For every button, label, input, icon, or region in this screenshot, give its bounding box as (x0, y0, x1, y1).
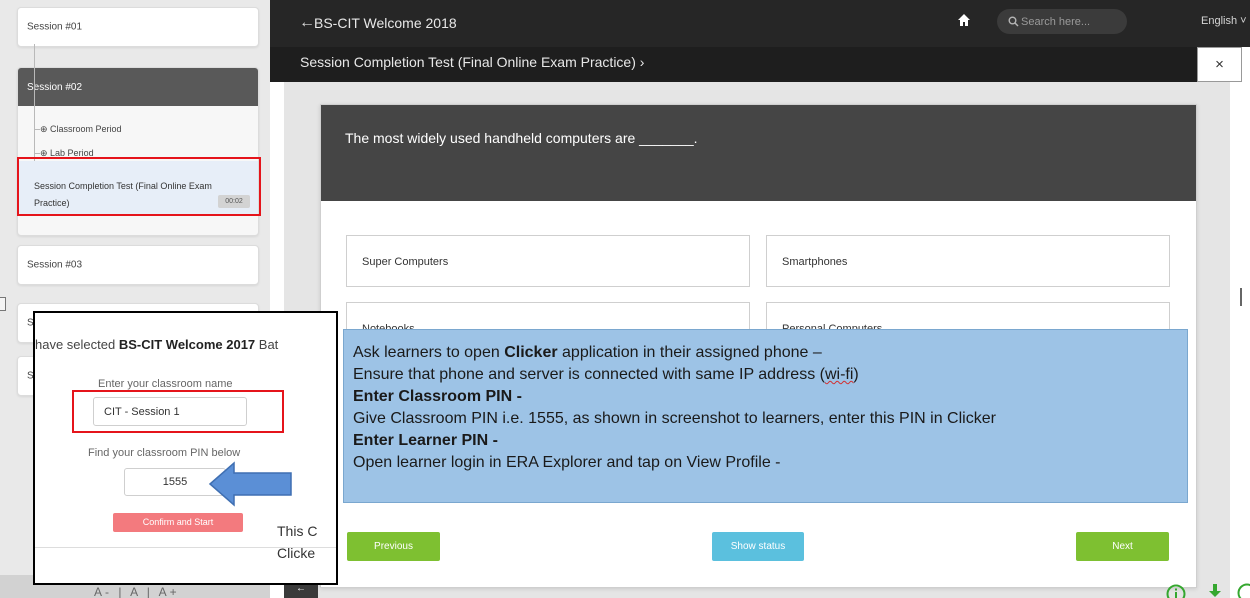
overflow-line: Clicke (277, 545, 316, 561)
text-run-bold: Clicker (504, 344, 558, 361)
overflow-line: This C (277, 523, 318, 539)
highlight-box (72, 390, 284, 433)
search-icon (1008, 16, 1019, 27)
tree-tick (34, 153, 40, 154)
sub-item-classroom-period[interactable]: ⊕ Classroom Period (34, 124, 122, 135)
top-bar: ← BS-CIT Welcome 2018 English ˅ (270, 0, 1250, 47)
overflow-text: This C Clicke (277, 520, 317, 564)
session-label: Session #03 (27, 259, 83, 271)
back-arrow-icon[interactable]: ← (299, 14, 315, 32)
classroom-pin-label: Find your classroom PIN below (88, 447, 241, 459)
selected-suffix: Bat (255, 337, 279, 352)
instruction-line: Give Classroom PIN i.e. 1555, as shown i… (353, 410, 996, 427)
option-label: Super Computers (362, 256, 449, 268)
selected-prefix: have selected (35, 337, 119, 352)
text-run: ) (853, 366, 859, 383)
session-card-01[interactable]: Session #01 (17, 7, 259, 47)
search-input[interactable] (1021, 13, 1121, 30)
font-size-controls[interactable]: A- | A | A+ (94, 585, 180, 598)
confirm-start-button[interactable]: Confirm and Start (113, 513, 243, 532)
language-select[interactable]: English ˅ (1201, 15, 1247, 27)
instruction-line: Ensure that phone and server is connecte… (353, 366, 859, 384)
session-card-03[interactable]: Session #03 (17, 245, 259, 285)
question-text: The most widely used handheld computers … (345, 130, 698, 146)
breadcrumb[interactable]: Session Completion Test (Final Online Ex… (300, 54, 644, 70)
download-icon[interactable] (1208, 584, 1222, 598)
session-header[interactable]: Session #02 (18, 68, 258, 106)
next-button[interactable]: Next (1076, 532, 1169, 561)
app-title: BS-CIT Welcome 2018 (314, 15, 457, 31)
breadcrumb-bar: Session Completion Test (Final Online Ex… (270, 47, 1197, 82)
collapse-handle[interactable] (0, 297, 6, 311)
show-status-button[interactable]: Show status (712, 532, 804, 561)
tree-tick (34, 129, 40, 130)
close-icon[interactable]: × (1197, 47, 1242, 82)
option-label: Smartphones (782, 256, 848, 268)
highlight-box (17, 157, 261, 216)
home-icon[interactable] (958, 14, 970, 26)
answer-option[interactable]: Super Computers (346, 235, 750, 287)
more-icon[interactable] (1237, 583, 1250, 598)
classroom-name-label: Enter your classroom name (98, 378, 233, 390)
instruction-callout: Ask learners to open Clicker application… (343, 329, 1188, 503)
page-root: Session #01 Session #02 ⊕ Classroom Peri… (0, 0, 1250, 598)
instruction-line: Ask learners to open Clicker application… (353, 344, 822, 362)
question-header: The most widely used handheld computers … (321, 105, 1196, 201)
session-label: Session #01 (27, 21, 83, 33)
text-run: Ensure that phone and server is connecte… (353, 366, 825, 383)
previous-button[interactable]: Previous (347, 532, 440, 561)
text-run: application in their assigned phone – (557, 344, 822, 361)
sub-item-label: ⊕ Classroom Period (40, 124, 122, 134)
instruction-heading: Enter Learner PIN - (353, 432, 498, 449)
instruction-heading: Enter Classroom PIN - (353, 388, 522, 405)
divider (1240, 288, 1242, 306)
instruction-line: Open learner login in ERA Explorer and t… (353, 454, 781, 471)
text-run: Ask learners to open (353, 344, 505, 361)
session-label: Session #02 (27, 82, 83, 93)
selected-batch-text: have selected BS-CIT Welcome 2017 Bat (35, 337, 278, 352)
info-icon[interactable] (1166, 584, 1186, 598)
text-run-spellcheck: wi-fi (824, 366, 854, 383)
pointer-arrow-icon (208, 461, 292, 507)
selected-batch-name: BS-CIT Welcome 2017 (118, 337, 256, 352)
answer-option[interactable]: Smartphones (766, 235, 1170, 287)
search-box[interactable] (997, 9, 1127, 34)
